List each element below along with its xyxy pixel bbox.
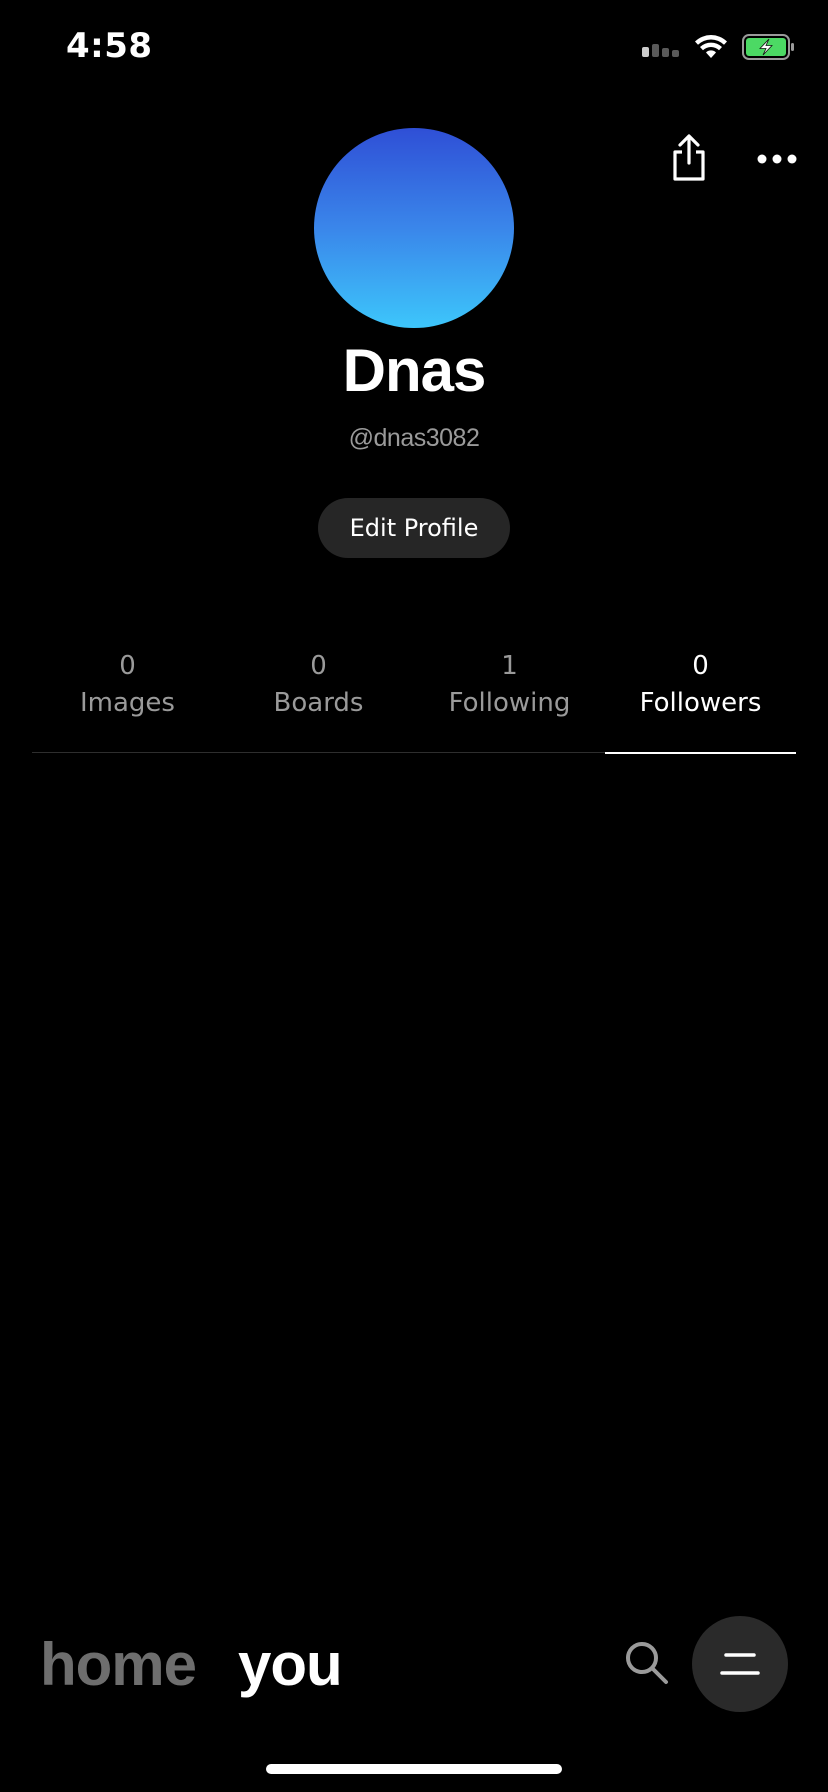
- wifi-icon: [695, 35, 727, 58]
- tab-label: Images: [80, 688, 175, 718]
- tab-followers[interactable]: 0 Followers: [605, 648, 796, 754]
- search-icon: [626, 1642, 668, 1684]
- search-button[interactable]: [622, 1638, 672, 1688]
- share-icon: [673, 134, 705, 181]
- nav-home[interactable]: home: [40, 1630, 197, 1699]
- tab-count: 0: [119, 651, 136, 681]
- status-icons: [640, 34, 796, 60]
- tab-label: Following: [448, 688, 571, 718]
- display-name: Dnas: [342, 337, 487, 404]
- more-horizontal-icon: [757, 154, 797, 164]
- battery-charging-icon: [742, 34, 794, 60]
- tab-label: Followers: [639, 688, 762, 718]
- username: @dnas3082: [348, 424, 480, 452]
- tab-label: Boards: [273, 688, 364, 718]
- share-button[interactable]: [664, 130, 714, 186]
- status-time: 4:58: [66, 26, 153, 66]
- menu-button[interactable]: [692, 1616, 788, 1712]
- more-button[interactable]: [752, 144, 802, 174]
- avatar[interactable]: [314, 128, 514, 328]
- profile-stats-tabs: 0 Images 0 Boards 1 Following 0 Follower…: [32, 648, 796, 754]
- cellular-signal-icon: [642, 44, 679, 57]
- tab-count: 0: [692, 651, 709, 681]
- home-indicator: [266, 1764, 562, 1774]
- tab-images[interactable]: 0 Images: [32, 648, 223, 754]
- tab-following[interactable]: 1 Following: [414, 648, 605, 754]
- nav-you[interactable]: you: [238, 1630, 343, 1699]
- tab-boards[interactable]: 0 Boards: [223, 648, 414, 754]
- menu-icon: [720, 1653, 760, 1675]
- tab-count: 0: [310, 651, 327, 681]
- edit-profile-button[interactable]: Edit Profile: [318, 498, 510, 558]
- tab-count: 1: [501, 651, 518, 681]
